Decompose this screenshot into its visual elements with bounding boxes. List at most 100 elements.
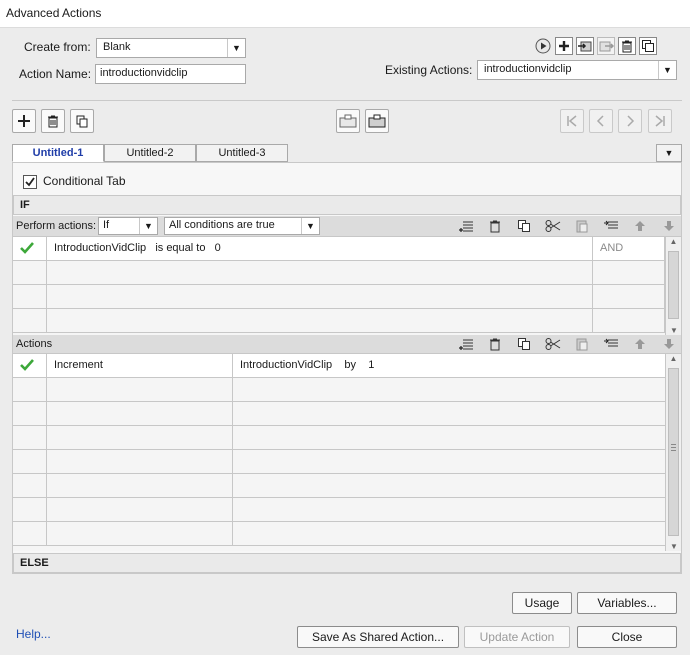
add-tab-button[interactable] xyxy=(12,109,36,133)
action-command[interactable]: Increment xyxy=(47,354,233,378)
delete-tab-button[interactable] xyxy=(41,109,65,133)
action-op: by xyxy=(344,359,356,371)
table-row[interactable] xyxy=(13,309,665,333)
condition-mode-select[interactable]: All conditions are true ▼ xyxy=(164,217,320,235)
cut-icon[interactable] xyxy=(544,217,562,235)
create-from-label: Create from: xyxy=(24,40,91,54)
tab-save-button[interactable] xyxy=(336,109,360,133)
condition-variable: IntroductionVidClip xyxy=(54,242,147,254)
conditional-tab-checkbox[interactable] xyxy=(23,175,37,189)
action-name-label: Action Name: xyxy=(19,67,92,81)
delete-icon[interactable] xyxy=(618,37,636,55)
insert-row-icon[interactable] xyxy=(457,335,475,353)
paste-icon[interactable] xyxy=(573,217,591,235)
action-target: IntroductionVidClip xyxy=(240,359,333,371)
action-arguments[interactable]: IntroductionVidClip by 1 xyxy=(233,354,665,378)
trash-icon[interactable] xyxy=(486,335,504,353)
table-row[interactable] xyxy=(13,378,665,402)
insert-row-icon[interactable] xyxy=(602,217,620,235)
action-file-toolbar xyxy=(534,37,684,57)
scroll-down-icon[interactable]: ▼ xyxy=(666,326,682,335)
else-header[interactable]: ELSE xyxy=(13,553,681,573)
table-row[interactable] xyxy=(13,474,665,498)
last-button[interactable] xyxy=(648,109,672,133)
table-row[interactable]: Increment IntroductionVidClip by 1 xyxy=(13,354,665,378)
paste-icon[interactable] xyxy=(573,335,591,353)
action-scrollbar[interactable]: ▲ ▼ xyxy=(665,354,681,551)
table-row[interactable] xyxy=(13,498,665,522)
action-name-input[interactable]: introductionvidclip xyxy=(95,64,246,84)
tab-untitled-1[interactable]: Untitled-1 xyxy=(12,144,104,162)
table-row[interactable] xyxy=(13,402,665,426)
divider xyxy=(12,100,682,101)
down-arrow-icon[interactable] xyxy=(660,335,678,353)
copy-icon[interactable] xyxy=(515,217,533,235)
condition-expression[interactable]: IntroductionVidClip is equal to 0 xyxy=(47,237,593,261)
existing-actions-label: Existing Actions: xyxy=(385,63,473,77)
variables-button[interactable]: Variables... xyxy=(577,592,677,614)
update-action-button[interactable]: Update Action xyxy=(464,626,570,648)
add-action-icon[interactable] xyxy=(555,37,573,55)
scroll-down-icon[interactable]: ▼ xyxy=(666,542,682,551)
action-amount: 1 xyxy=(368,359,375,371)
table-row[interactable] xyxy=(13,522,665,546)
trash-icon xyxy=(48,115,58,128)
table-row[interactable] xyxy=(13,261,665,285)
first-button[interactable] xyxy=(560,109,584,133)
up-arrow-icon[interactable] xyxy=(631,217,649,235)
scroll-thumb[interactable] xyxy=(668,251,679,319)
copy-icon[interactable] xyxy=(515,335,533,353)
chevron-down-icon: ▼ xyxy=(301,218,319,234)
condition-grid: IntroductionVidClip is equal to 0 AND ▲ … xyxy=(13,237,681,335)
up-arrow-icon[interactable] xyxy=(631,335,649,353)
close-button[interactable]: Close xyxy=(577,626,677,648)
next-button[interactable] xyxy=(618,109,642,133)
perform-mode-select[interactable]: If ▼ xyxy=(98,217,158,235)
scroll-up-icon[interactable]: ▲ xyxy=(666,354,681,363)
tab-open-icon xyxy=(368,114,386,128)
actions-toolbar: Actions xyxy=(13,335,681,354)
insert-row-icon[interactable] xyxy=(457,217,475,235)
condition-toolbar: Perform actions: If ▼ All conditions are… xyxy=(13,216,681,237)
if-header-label: IF xyxy=(20,199,30,211)
condition-logic[interactable]: AND xyxy=(593,237,665,261)
table-row[interactable] xyxy=(13,450,665,474)
table-row[interactable] xyxy=(13,426,665,450)
existing-actions-value: introductionvidclip xyxy=(484,63,572,75)
prev-icon xyxy=(596,115,604,127)
help-link[interactable]: Help... xyxy=(16,627,51,641)
existing-actions-select[interactable]: introductionvidclip ▼ xyxy=(477,60,677,80)
preview-icon[interactable] xyxy=(534,37,552,55)
table-row[interactable] xyxy=(13,285,665,309)
import-icon[interactable] xyxy=(576,37,594,55)
tab-content-panel: Conditional Tab IF Perform actions: If ▼… xyxy=(12,162,682,574)
create-from-select[interactable]: Blank ▼ xyxy=(96,38,246,58)
actions-header: Actions xyxy=(16,338,53,350)
window-title: Advanced Actions xyxy=(6,6,102,20)
tab-menu-button[interactable]: ▼ xyxy=(656,144,682,162)
tab-untitled-3[interactable]: Untitled-3 xyxy=(196,144,288,162)
insert-row-icon[interactable] xyxy=(602,335,620,353)
condition-scrollbar[interactable]: ▲ ▼ xyxy=(665,237,681,335)
save-shared-action-button[interactable]: Save As Shared Action... xyxy=(297,626,459,648)
copy-icon xyxy=(76,115,88,128)
chevron-down-icon: ▼ xyxy=(227,39,245,57)
export-icon[interactable] xyxy=(597,37,615,55)
checkmark-icon xyxy=(20,242,34,254)
checkmark-icon xyxy=(25,177,35,187)
cut-icon[interactable] xyxy=(544,335,562,353)
tab-untitled-2[interactable]: Untitled-2 xyxy=(104,144,196,162)
down-arrow-icon[interactable] xyxy=(660,217,678,235)
tab-open-button[interactable] xyxy=(365,109,389,133)
copy-tab-button[interactable] xyxy=(70,109,94,133)
table-row[interactable]: IntroductionVidClip is equal to 0 AND xyxy=(13,237,665,261)
tab-save-icon xyxy=(339,114,357,128)
plus-icon xyxy=(18,115,30,127)
prev-button[interactable] xyxy=(589,109,613,133)
duplicate-icon[interactable] xyxy=(639,37,657,55)
trash-icon[interactable] xyxy=(486,217,504,235)
usage-button[interactable]: Usage xyxy=(512,592,572,614)
scroll-thumb[interactable] xyxy=(668,368,679,536)
scroll-up-icon[interactable]: ▲ xyxy=(666,237,681,246)
row-status-cell xyxy=(13,354,47,378)
